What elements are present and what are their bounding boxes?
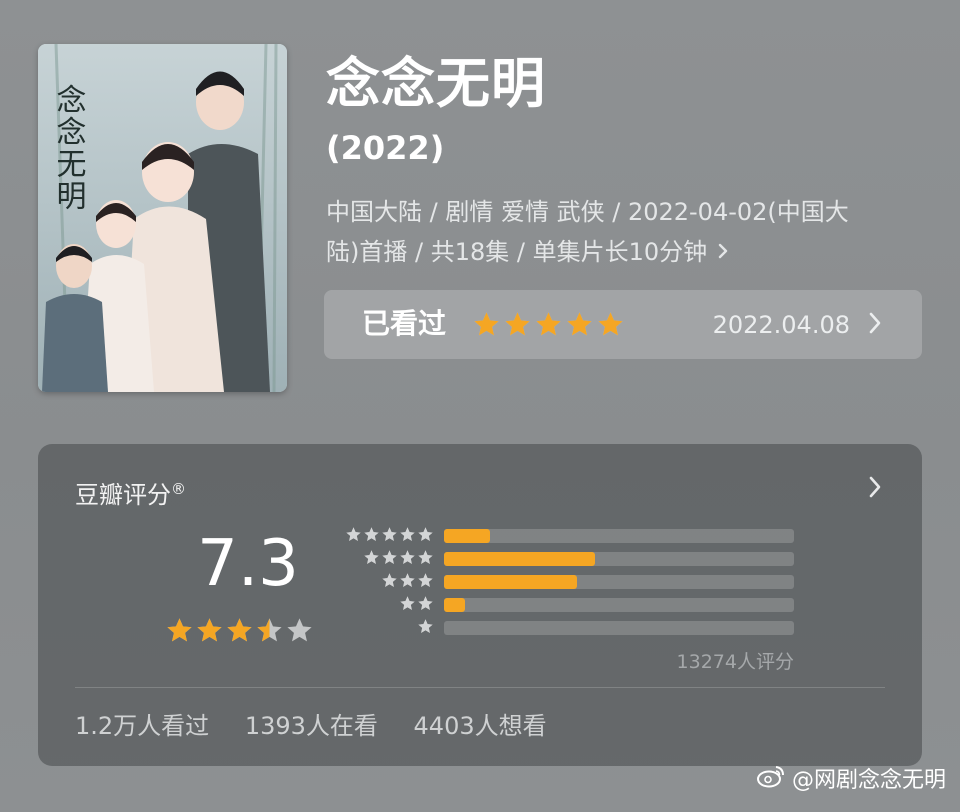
movie-meta-info[interactable]: 中国大陆 / 剧情 爱情 武侠 / 2022-04-02(中国大 陆)首播 / … <box>326 192 906 272</box>
star-icon <box>418 619 433 633</box>
row-stars <box>345 526 434 543</box>
average-rating-stars <box>165 616 314 645</box>
watched-date: 2022.04.08 <box>712 311 850 339</box>
rating-card-title: 豆瓣评分® <box>75 472 186 512</box>
bar-fill <box>444 552 595 566</box>
bar-track <box>444 621 794 635</box>
star-icon <box>382 573 397 587</box>
star-icon <box>536 312 561 336</box>
watermark-text: @网剧念念无明 <box>791 768 946 793</box>
chevron-right-icon[interactable] <box>868 474 882 504</box>
star-icon <box>567 312 592 336</box>
meta-line-2-text: 陆)首播 / 共18集 / 单集片长10分钟 <box>326 238 708 266</box>
star-icon <box>474 312 499 336</box>
bar-track <box>444 598 794 612</box>
distribution-row-2-star <box>344 595 804 613</box>
star-icon <box>364 527 379 541</box>
poster-image[interactable]: 念念无明 <box>38 44 287 392</box>
star-icon <box>382 550 397 564</box>
viewer-stats: 1.2万人看过 1393人在看 4403人想看 <box>75 708 575 744</box>
star-icon <box>197 618 222 642</box>
bar-fill <box>444 529 490 543</box>
rating-title-text: 豆瓣评分 <box>75 481 171 509</box>
chevron-right-icon <box>868 310 882 340</box>
rating-score: 7.3 <box>197 527 299 601</box>
weibo-watermark: @网剧念念无明 <box>756 764 946 798</box>
douban-rating-card[interactable]: 豆瓣评分® 7.3 13274人评分 1.2万人看过 1393人在看 4403人… <box>38 444 922 766</box>
row-stars <box>399 595 434 612</box>
star-icon <box>167 618 192 642</box>
poster-illustration: 念念无明 <box>38 44 287 392</box>
star-icon <box>418 596 433 610</box>
divider <box>75 687 885 688</box>
distribution-row-4-star <box>344 549 804 567</box>
rating-count: 13274人评分 <box>676 651 794 673</box>
stat-watched: 1.2万人看过 <box>75 712 210 740</box>
bar-fill <box>444 575 577 589</box>
star-icon <box>257 618 282 642</box>
star-icon <box>400 596 415 610</box>
bar-track <box>444 552 794 566</box>
poster-title-text: 念念无明 <box>51 84 86 212</box>
star-icon <box>418 550 433 564</box>
bar-fill <box>444 598 465 612</box>
row-stars <box>417 618 434 635</box>
star-icon <box>418 573 433 587</box>
watched-status-bar[interactable]: 已看过 2022.04.08 <box>324 290 922 359</box>
star-icon <box>227 618 252 642</box>
weibo-icon <box>756 764 786 798</box>
stat-watching: 1393人在看 <box>244 712 378 740</box>
my-rating-stars <box>472 310 625 339</box>
chevron-right-icon <box>717 238 729 266</box>
row-stars <box>381 572 434 589</box>
bar-track <box>444 575 794 589</box>
registered-mark: ® <box>171 480 186 498</box>
star-icon <box>287 618 312 642</box>
star-icon <box>346 527 361 541</box>
movie-title: 念念无明 <box>326 52 546 115</box>
distribution-row-1-star <box>344 618 804 636</box>
rating-distribution <box>344 526 804 644</box>
star-icon <box>598 312 623 336</box>
meta-line-1: 中国大陆 / 剧情 爱情 武侠 / 2022-04-02(中国大 <box>326 198 849 226</box>
star-icon <box>364 550 379 564</box>
watched-label: 已看过 <box>362 307 447 340</box>
meta-line-2: 陆)首播 / 共18集 / 单集片长10分钟 <box>326 232 906 272</box>
distribution-row-3-star <box>344 572 804 590</box>
distribution-row-5-star <box>344 526 804 544</box>
row-stars <box>363 549 434 566</box>
star-icon <box>382 527 397 541</box>
stat-want-to-watch: 4403人想看 <box>413 712 547 740</box>
star-icon <box>418 527 433 541</box>
bar-track <box>444 529 794 543</box>
movie-year: (2022) <box>326 129 445 167</box>
star-icon <box>505 312 530 336</box>
star-icon <box>400 527 415 541</box>
star-icon <box>400 550 415 564</box>
star-icon <box>400 573 415 587</box>
